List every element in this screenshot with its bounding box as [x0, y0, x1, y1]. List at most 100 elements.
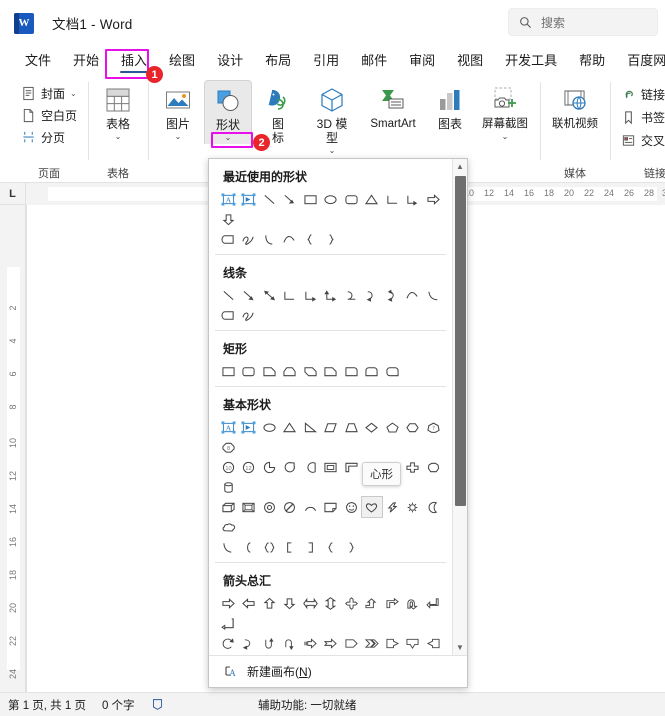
shape-elbow-arrow[interactable] — [300, 285, 321, 305]
accessibility-indicator[interactable]: 辅助功能: 一切就绪 — [258, 697, 356, 713]
shape-oval[interactable] — [321, 189, 342, 209]
shape-donut[interactable] — [259, 497, 280, 517]
shape-square-bracket-right[interactable] — [300, 537, 321, 557]
shape-textbox[interactable]: A — [218, 189, 239, 209]
shape-decagon[interactable]: 10 — [218, 457, 239, 477]
tab-view[interactable]: 视图 — [446, 49, 494, 76]
shape-row[interactable] — [209, 593, 452, 633]
shape-line[interactable] — [218, 285, 239, 305]
shape-arc-curve[interactable] — [218, 537, 239, 557]
shape-snip-diagonal[interactable] — [300, 361, 321, 381]
shape-row[interactable]: A 7 8 — [209, 417, 452, 457]
shape-left-bracket[interactable] — [239, 537, 260, 557]
smartart-button[interactable]: SmartArt — [362, 80, 424, 132]
shape-down-arrow[interactable] — [218, 209, 239, 229]
proofing-icon[interactable] — [151, 698, 164, 711]
shape-line-arrow[interactable] — [239, 285, 260, 305]
tab-file[interactable]: 文件 — [14, 49, 62, 76]
shape-right-arrow[interactable] — [423, 189, 444, 209]
bookmark-button[interactable]: 书签 — [616, 107, 665, 128]
cross-reference-button[interactable]: 交叉引用 — [616, 130, 665, 151]
shape-teardrop[interactable] — [280, 457, 301, 477]
shape-round-single-corner[interactable] — [341, 361, 362, 381]
shape-circular-arrow[interactable] — [218, 633, 239, 653]
shapes-button[interactable]: 形状 ⌄ — [204, 80, 253, 144]
shape-rounded-rectangle[interactable] — [239, 361, 260, 381]
picture-button[interactable]: 图片 ⌄ — [154, 80, 202, 143]
chevron-down-icon[interactable]: ⌄ — [175, 132, 182, 142]
model-3d-button[interactable]: 3D 模 型 ⌄ — [304, 80, 360, 157]
chevron-down-icon[interactable]: ⌄ — [329, 146, 336, 156]
shape-brace-left[interactable] — [321, 537, 342, 557]
shape-square-bracket-left[interactable] — [280, 537, 301, 557]
blank-page-button[interactable]: 空白页 — [16, 105, 82, 126]
shape-brace-pair[interactable] — [259, 537, 280, 557]
tab-baidu-netdisk[interactable]: 百度网盘 — [616, 49, 665, 76]
shape-snip-round-single[interactable] — [321, 361, 342, 381]
shape-pentagon[interactable] — [382, 417, 403, 437]
shape-textbox[interactable]: A — [218, 417, 239, 437]
scroll-down-arrow-icon[interactable]: ▼ — [453, 640, 468, 655]
shape-up-arrow-callout[interactable] — [218, 653, 239, 655]
shape-left-arrow-callout[interactable] — [423, 633, 444, 653]
shape-sun[interactable] — [403, 497, 424, 517]
scrollbar-thumb[interactable] — [455, 176, 466, 506]
shape-cross[interactable] — [403, 457, 424, 477]
shape-smiley-face[interactable] — [341, 497, 362, 517]
new-canvas-button[interactable]: A 新建画布(N) — [209, 655, 467, 687]
shape-bevel[interactable] — [239, 497, 260, 517]
shape-moon[interactable] — [423, 497, 444, 517]
search-box[interactable]: 搜索 — [508, 8, 658, 36]
shape-curved-right-arrow[interactable] — [239, 633, 260, 653]
shape-row[interactable]: 10 12 — [209, 457, 452, 497]
screenshot-button[interactable]: 屏幕截图 ⌄ — [476, 80, 534, 143]
shape-elbow-connector[interactable] — [280, 285, 301, 305]
table-button[interactable]: 表格 ⌄ — [94, 80, 142, 143]
shape-diamond[interactable] — [362, 417, 383, 437]
cover-page-button[interactable]: 封面 ⌄ — [16, 83, 82, 104]
shape-quad-arrow[interactable] — [341, 593, 362, 613]
shape-regular-star[interactable] — [423, 457, 444, 477]
dropdown-scrollbar[interactable]: ▲ ▼ — [452, 159, 467, 655]
shape-trapezoid[interactable] — [341, 417, 362, 437]
shape-curved-double-arrow[interactable] — [382, 285, 403, 305]
shape-curve-line[interactable] — [403, 285, 424, 305]
shape-elbow-arrow-connector[interactable] — [403, 189, 424, 209]
shape-line-double-arrow[interactable] — [259, 285, 280, 305]
chevron-down-icon[interactable]: ⌄ — [115, 132, 122, 142]
shape-down-arrow-callout[interactable] — [403, 633, 424, 653]
shape-curved-arrow[interactable] — [362, 285, 383, 305]
shape-row[interactable] — [209, 496, 452, 537]
tab-draw[interactable]: 绘图 — [158, 49, 206, 76]
shape-bent-arrow[interactable] — [382, 593, 403, 613]
page-indicator[interactable]: 第 1 页, 共 1 页 — [8, 697, 86, 713]
shape-curve[interactable] — [280, 229, 301, 249]
shape-lightning-bolt[interactable] — [382, 497, 403, 517]
shape-elbow-double-arrow[interactable] — [321, 285, 342, 305]
shape-cloud[interactable] — [218, 517, 239, 537]
shape-heptagon[interactable]: 7 — [423, 417, 444, 437]
shape-curved-connector[interactable] — [341, 285, 362, 305]
shape-line-arrow[interactable] — [280, 189, 301, 209]
shape-scribble[interactable] — [239, 229, 260, 249]
shape-oval[interactable] — [259, 417, 280, 437]
shape-pie[interactable] — [218, 229, 239, 249]
shape-snip-single-corner[interactable] — [259, 361, 280, 381]
shape-bent-arrow-2[interactable] — [218, 613, 239, 633]
shape-round-same-side[interactable] — [362, 361, 383, 381]
shape-chord[interactable] — [300, 457, 321, 477]
shape-scribble[interactable] — [239, 305, 260, 325]
shape-notched-right-arrow[interactable] — [321, 633, 342, 653]
shape-rectangle[interactable] — [218, 361, 239, 381]
shape-brace-right[interactable] — [341, 537, 362, 557]
tab-stop-selector[interactable]: L — [0, 182, 26, 205]
shape-curved-up-arrow[interactable] — [259, 633, 280, 653]
shape-up-arrow[interactable] — [259, 593, 280, 613]
shape-triangle[interactable] — [280, 417, 301, 437]
shape-right-brace[interactable] — [321, 229, 342, 249]
shape-right-triangle[interactable] — [300, 417, 321, 437]
shapes-dropdown-chevron-icon[interactable]: ⌄ — [225, 133, 232, 143]
shape-striped-right-arrow[interactable] — [300, 633, 321, 653]
shape-row[interactable]: A — [209, 189, 452, 229]
shape-row[interactable] — [209, 285, 452, 325]
